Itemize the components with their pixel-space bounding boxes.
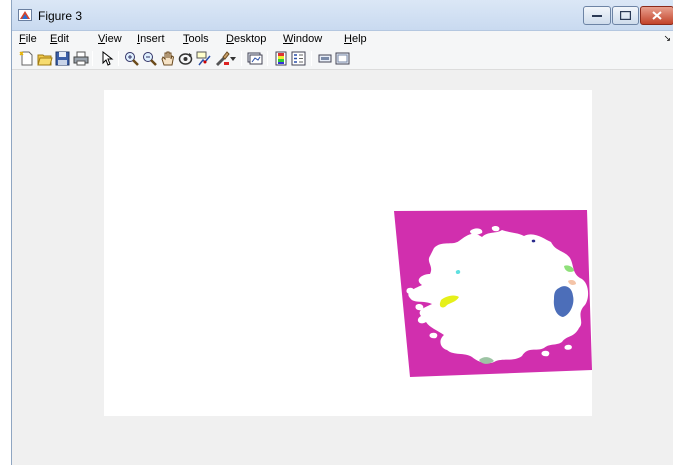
figure-toolbar xyxy=(12,47,673,70)
edit-plot-icon[interactable] xyxy=(98,50,115,67)
maximize-button[interactable] xyxy=(612,6,639,25)
menu-edit[interactable]: Edit xyxy=(50,33,69,45)
brush-dropdown-icon[interactable] xyxy=(229,50,237,67)
print-icon[interactable] xyxy=(72,50,89,67)
show-plot-tools-icon[interactable] xyxy=(334,50,351,67)
menu-tools[interactable]: Tools xyxy=(183,33,209,45)
image-axes[interactable] xyxy=(104,90,592,416)
maximize-icon xyxy=(620,11,631,20)
toolbar-separator xyxy=(241,51,242,66)
save-icon[interactable] xyxy=(54,50,71,67)
menu-window[interactable]: Window xyxy=(283,33,322,45)
insert-colorbar-icon[interactable] xyxy=(272,50,289,67)
insert-legend-icon[interactable] xyxy=(290,50,307,67)
data-cursor-icon[interactable] xyxy=(195,50,212,67)
menu-help[interactable]: Help xyxy=(344,33,367,45)
hide-plot-tools-icon[interactable] xyxy=(316,50,333,67)
rotate-3d-icon[interactable] xyxy=(177,50,194,67)
menu-bar: File Edit View Insert Tools Desktop Wind… xyxy=(12,31,673,47)
toolbar-separator xyxy=(267,51,268,66)
close-button[interactable] xyxy=(640,6,673,25)
menu-dock-arrow-icon[interactable]: ↘ xyxy=(663,33,671,44)
toolbar-separator xyxy=(311,51,312,66)
segmentation-image xyxy=(394,210,592,377)
zoom-in-icon[interactable] xyxy=(123,50,140,67)
title-bar[interactable]: Figure 3 xyxy=(12,0,673,31)
white-speck xyxy=(406,287,414,294)
open-file-icon[interactable] xyxy=(36,50,53,67)
menu-file[interactable]: File xyxy=(19,33,37,45)
new-figure-icon[interactable] xyxy=(18,50,35,67)
menu-desktop[interactable]: Desktop xyxy=(226,33,266,45)
pan-icon[interactable] xyxy=(159,50,176,67)
zoom-out-icon[interactable] xyxy=(141,50,158,67)
window-title: Figure 3 xyxy=(38,9,83,23)
menu-view[interactable]: View xyxy=(98,33,122,45)
link-plot-icon[interactable] xyxy=(246,50,263,67)
matlab-figure-icon xyxy=(18,9,32,21)
minimize-icon xyxy=(592,14,602,17)
menu-insert[interactable]: Insert xyxy=(137,33,165,45)
close-icon xyxy=(652,11,662,20)
toolbar-separator xyxy=(92,51,93,66)
toolbar-separator xyxy=(118,51,119,66)
navy-dot xyxy=(531,239,536,243)
brush-icon[interactable] xyxy=(213,50,230,67)
minimize-button[interactable] xyxy=(583,6,611,25)
